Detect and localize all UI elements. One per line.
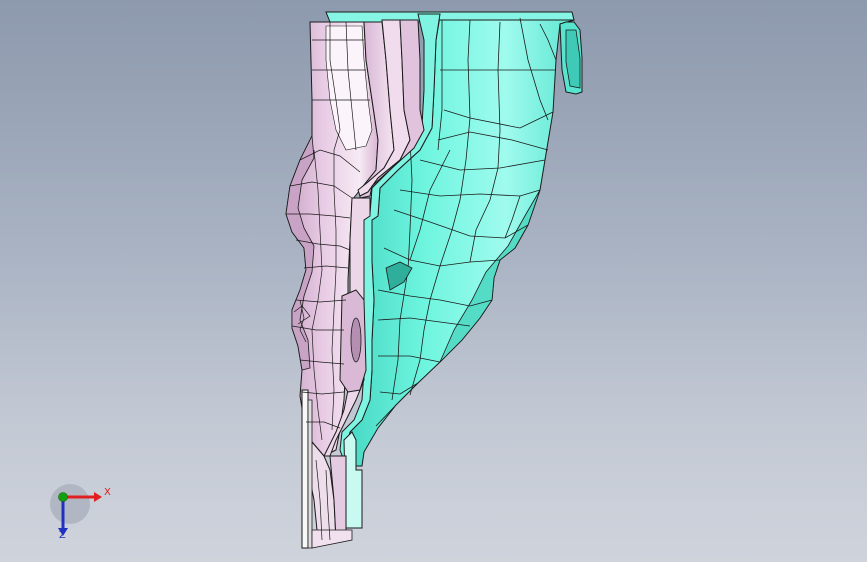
graphics-viewport[interactable]: X Z Y [0,0,867,562]
x-axis-arrow [94,492,102,502]
cad-model[interactable] [0,0,867,562]
cyan-top-plate [325,11,575,23]
x-axis-label: X [104,487,111,498]
y-axis-dot [58,492,68,502]
z-axis-label: Z [59,530,66,541]
triad-origin-shadow [50,484,90,524]
pink-hole[interactable] [350,317,362,363]
pink-bottom-edges [311,529,353,549]
thin-plate-left [301,389,309,549]
